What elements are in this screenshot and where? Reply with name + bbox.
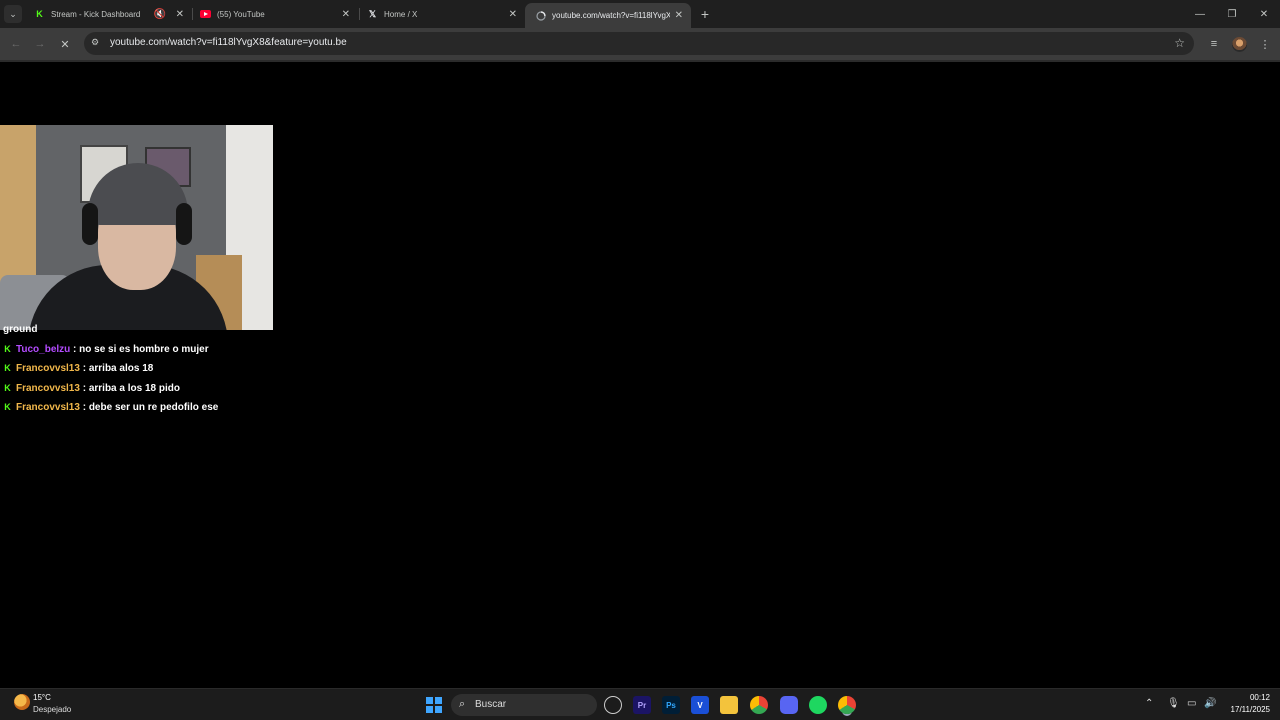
- close-tab-icon[interactable]: ✕: [509, 9, 517, 20]
- new-tab-button[interactable]: +: [697, 6, 713, 22]
- restore-icon[interactable]: ❐: [1222, 4, 1242, 24]
- headphone: [176, 203, 192, 245]
- clock-time[interactable]: 00:12: [1240, 693, 1270, 702]
- chat-text: arriba alos 18: [88, 362, 154, 374]
- network-icon[interactable]: ▭: [1187, 698, 1196, 709]
- chat-username: Tuco_belzu: [16, 343, 71, 355]
- search-icon: ⌕: [459, 698, 466, 710]
- chat-message: K Tuco_belzu : no se si es hombre o muje…: [4, 343, 209, 355]
- chat-username: Francovvsl13: [16, 401, 80, 413]
- address-bar[interactable]: ⚙ youtube.com/watch?v=fi118lYvgX8&featur…: [84, 32, 1194, 55]
- stop-loading-icon[interactable]: ✕: [57, 36, 73, 52]
- chat-username: Francovvsl13: [16, 362, 80, 374]
- tab-youtube-watch-active[interactable]: youtube.com/watch?v=fi118lYvgX ✕: [525, 3, 691, 28]
- kick-badge-icon: K: [4, 363, 11, 373]
- chat-username: Francovvsl13: [16, 382, 80, 394]
- youtube-icon: [200, 9, 211, 20]
- microphone-icon[interactable]: 🎙: [1167, 698, 1180, 709]
- chat-text: no se si es hombre o mujer: [79, 343, 209, 355]
- photoshop-icon[interactable]: Ps: [662, 696, 680, 714]
- close-tab-icon[interactable]: ✕: [342, 9, 350, 20]
- back-arrow-icon[interactable]: ←: [8, 36, 24, 52]
- discord-icon[interactable]: [780, 696, 798, 714]
- chat-text: debe ser un re pedofilo ese: [88, 401, 219, 413]
- tab-x-home[interactable]: 𝕏 Home / X ✕: [357, 0, 525, 28]
- search-placeholder: Buscar: [475, 699, 507, 710]
- kick-badge-icon: K: [4, 402, 11, 412]
- bookmark-star-icon[interactable]: ☆: [1174, 36, 1185, 50]
- chat-text: arriba a los 18 pido: [88, 382, 180, 394]
- x-icon: 𝕏: [368, 8, 377, 19]
- weather-temperature[interactable]: 15°C: [33, 693, 51, 702]
- headphone: [82, 203, 98, 245]
- kick-badge-icon: K: [4, 383, 11, 393]
- tab-strip: ⌄ K Stream - Kick Dashboard 🔇 ✕ (55) You…: [0, 0, 1280, 28]
- windows-start-icon[interactable]: [426, 697, 442, 713]
- forward-arrow-icon[interactable]: →: [32, 36, 48, 52]
- media-controls-icon[interactable]: ≡: [1206, 36, 1222, 52]
- tab-youtube[interactable]: (55) YouTube ✕: [190, 0, 358, 28]
- show-hidden-icons-chevron-icon[interactable]: ⌃: [1145, 698, 1153, 709]
- weather-description[interactable]: Despejado: [33, 705, 71, 714]
- taskbar-search[interactable]: ⌕ Buscar: [451, 694, 597, 716]
- chrome-icon[interactable]: [750, 696, 768, 714]
- vegas-icon[interactable]: V: [691, 696, 709, 714]
- premiere-icon[interactable]: Pr: [633, 696, 651, 714]
- page-content: ground K Tuco_belzu : no se si es hombre…: [0, 62, 1280, 688]
- chat-message: K Francovvsl13 : arriba alos 18: [4, 362, 154, 374]
- close-window-icon[interactable]: ✕: [1254, 4, 1274, 24]
- site-info-icon[interactable]: ⚙: [91, 37, 99, 48]
- chat-partial-line: ground: [3, 324, 38, 335]
- chrome-active-icon[interactable]: [838, 696, 856, 714]
- muted-speaker-icon[interactable]: 🔇: [154, 9, 166, 20]
- close-tab-icon[interactable]: ✕: [176, 9, 184, 20]
- browser-toolbar: ← → ✕ ⚙ youtube.com/watch?v=fi118lYvgX8&…: [0, 28, 1280, 60]
- chat-message: K Francovvsl13 : arriba a los 18 pido: [4, 382, 180, 394]
- url-text[interactable]: youtube.com/watch?v=fi118lYvgX8&feature=…: [110, 37, 347, 48]
- spotify-icon[interactable]: [809, 696, 827, 714]
- kick-badge-icon: K: [4, 344, 11, 354]
- file-explorer-icon[interactable]: [720, 696, 738, 714]
- tab-kick-dashboard[interactable]: K Stream - Kick Dashboard 🔇 ✕: [24, 0, 192, 28]
- kick-icon: K: [36, 9, 43, 19]
- weather-icon[interactable]: [14, 694, 30, 710]
- profile-avatar[interactable]: [1232, 37, 1247, 52]
- close-tab-icon[interactable]: ✕: [675, 10, 683, 21]
- tab-search-button[interactable]: ⌄: [4, 5, 22, 23]
- copilot-icon[interactable]: [604, 696, 622, 714]
- windows-taskbar: 15°C Despejado ⌕ Buscar Pr Ps V ⌃ 🎙 ▭ 🔊 …: [0, 688, 1280, 720]
- webcam-overlay: [0, 125, 273, 330]
- clock-date[interactable]: 17/11/2025: [1224, 705, 1270, 714]
- chat-message: K Francovvsl13 : debe ser un re pedofilo…: [4, 401, 219, 413]
- volume-icon[interactable]: 🔊: [1204, 698, 1216, 709]
- minimize-icon[interactable]: —: [1190, 4, 1210, 24]
- menu-kebab-icon[interactable]: ⋮: [1257, 36, 1273, 52]
- loading-globe-icon: [535, 10, 546, 21]
